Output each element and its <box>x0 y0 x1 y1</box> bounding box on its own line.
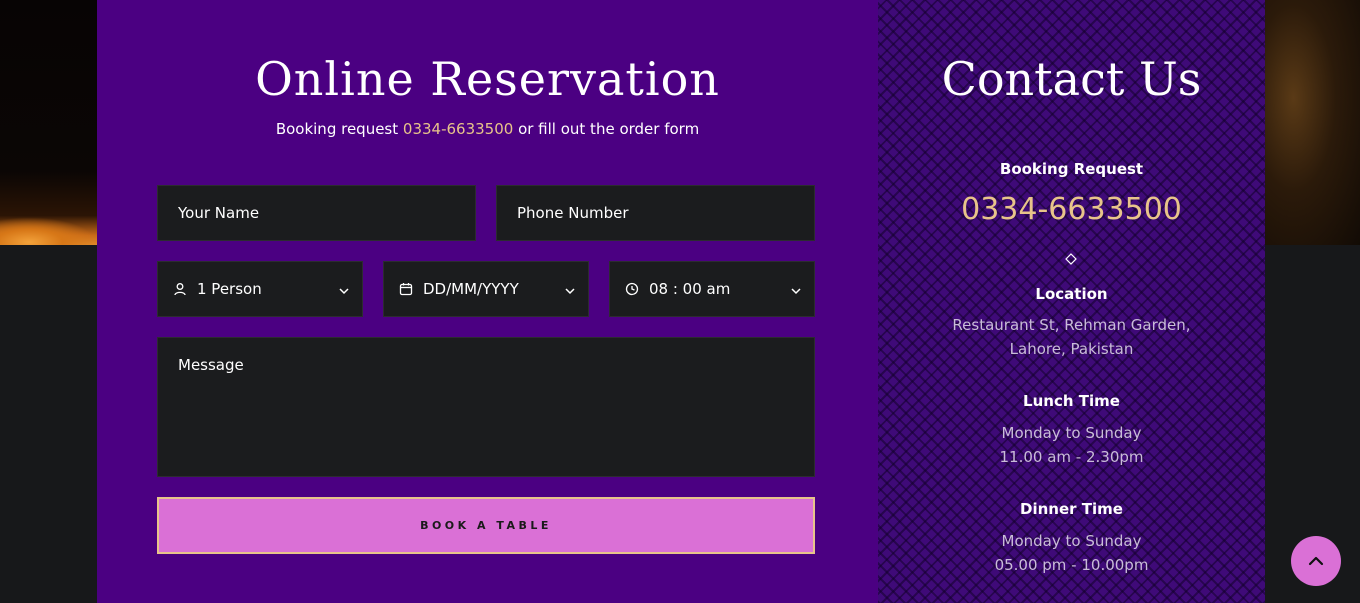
name-placeholder: Your Name <box>178 204 260 222</box>
lunch-hours: 11.00 am - 2.30pm <box>999 448 1144 466</box>
message-textarea[interactable]: Message <box>157 337 815 477</box>
location-line-2: Lahore, Pakistan <box>1009 340 1134 358</box>
message-placeholder: Message <box>178 356 244 374</box>
chevron-up-icon <box>1307 552 1325 570</box>
time-select[interactable]: 08 : 00 am <box>609 261 815 317</box>
book-table-button[interactable]: BOOK A TABLE <box>157 497 815 554</box>
time-value: 08 : 00 am <box>649 280 731 298</box>
person-value: 1 Person <box>197 280 262 298</box>
person-select[interactable]: 1 Person <box>157 261 363 317</box>
chevron-down-icon <box>790 283 802 295</box>
contact-phone-link[interactable]: 0334-6633500 <box>878 192 1265 227</box>
dinner-time-heading: Dinner Time <box>1020 500 1123 518</box>
background-image-right <box>1265 0 1360 245</box>
clock-icon <box>625 282 639 296</box>
booking-request-heading: Booking Request <box>999 160 1144 178</box>
background-image-left <box>0 0 97 245</box>
subtitle-prefix: Booking request <box>275 120 403 138</box>
reservation-subtitle: Booking request 0334-6633500 or fill out… <box>97 120 878 138</box>
reservation-panel: Online Reservation Booking request 0334-… <box>97 0 878 603</box>
chevron-down-icon <box>338 283 350 295</box>
reservation-title: Online Reservation <box>255 52 720 106</box>
user-icon <box>173 282 187 296</box>
lunch-days: Monday to Sunday <box>1001 424 1142 442</box>
name-input[interactable]: Your Name <box>157 185 476 241</box>
scroll-to-top-button[interactable] <box>1291 536 1341 586</box>
dinner-days: Monday to Sunday <box>1001 532 1142 550</box>
calendar-icon <box>399 282 413 296</box>
location-heading: Location <box>1035 285 1108 303</box>
contact-title: Contact Us <box>941 52 1202 106</box>
contact-panel: Contact Us Booking Request 0334-6633500 … <box>878 0 1265 603</box>
date-select[interactable]: DD/MM/YYYY <box>383 261 589 317</box>
diamond-icon <box>1065 250 1077 265</box>
chevron-down-icon <box>564 283 576 295</box>
location-line-1: Restaurant St, Rehman Garden, <box>952 316 1191 334</box>
dinner-hours: 05.00 pm - 10.00pm <box>994 556 1149 574</box>
phone-placeholder: Phone Number <box>517 204 629 222</box>
subtitle-suffix: or fill out the order form <box>513 120 700 138</box>
phone-input[interactable]: Phone Number <box>496 185 815 241</box>
lunch-time-heading: Lunch Time <box>1023 392 1120 410</box>
date-value: DD/MM/YYYY <box>423 280 519 298</box>
booking-phone-link[interactable]: 0334-6633500 <box>403 120 513 138</box>
